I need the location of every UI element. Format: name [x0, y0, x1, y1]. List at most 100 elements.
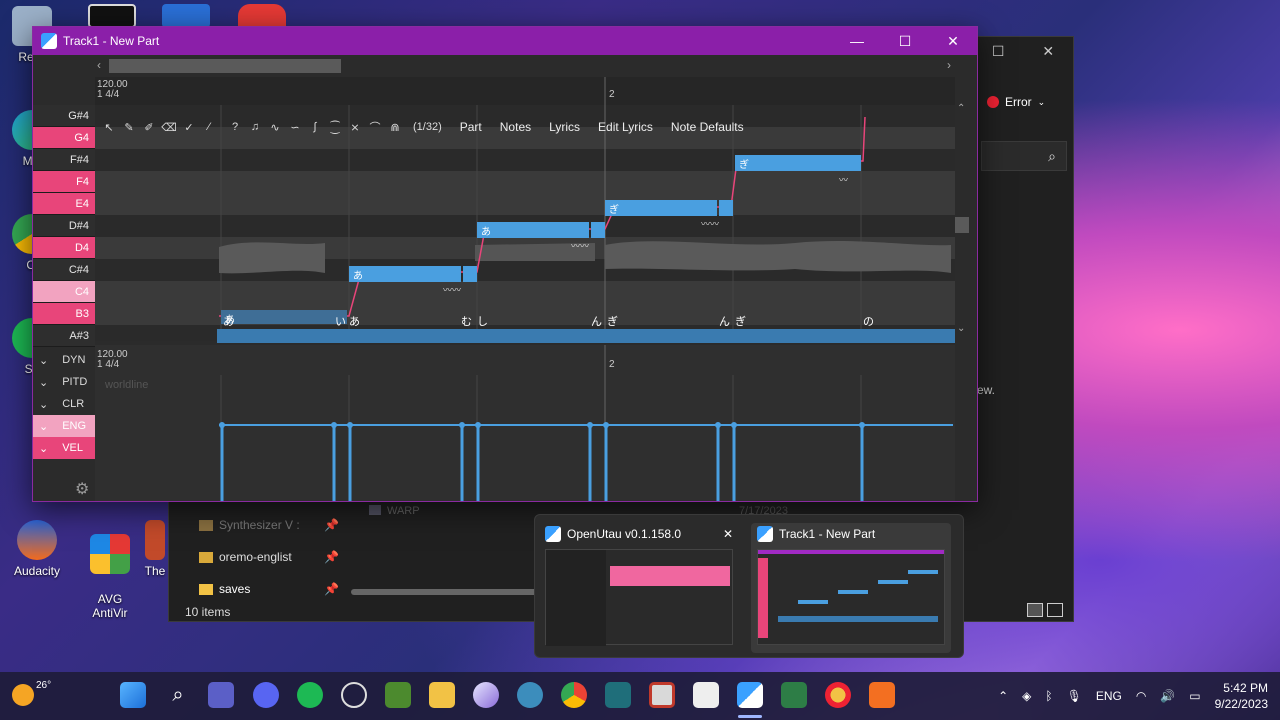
file-explorer-icon[interactable]: [429, 682, 455, 708]
scroll-thumb[interactable]: [955, 217, 969, 233]
menu-part[interactable]: Part: [460, 120, 482, 134]
folder-item[interactable]: Synthesizer V : 📌: [199, 509, 339, 541]
thumbnail-openutau[interactable]: OpenUtau v0.1.158.0 ✕: [539, 523, 739, 653]
key-ds4[interactable]: D#4: [33, 215, 95, 237]
close-icon[interactable]: ✕: [723, 527, 733, 541]
bluetooth-icon[interactable]: ᛒ: [1045, 689, 1052, 703]
horizontal-scrollbar[interactable]: ‹ ›: [95, 55, 977, 77]
desktop-icon-audacity[interactable]: Audacity: [5, 520, 69, 578]
scroll-up-icon[interactable]: ⌃: [957, 103, 965, 114]
expression-pitd[interactable]: ⌄ PITD: [33, 371, 95, 393]
app-icon[interactable]: [781, 682, 807, 708]
select-tool-icon[interactable]: ↖: [101, 121, 117, 134]
phoneme-bar[interactable]: [217, 329, 955, 343]
expression-dyn[interactable]: ⌄ DYN: [33, 349, 95, 371]
tiles-view-icon[interactable]: [1047, 603, 1063, 617]
pen-plus-tool-icon[interactable]: ✐: [141, 121, 157, 134]
portamento-icon[interactable]: ∫: [307, 121, 323, 133]
volume-icon[interactable]: 🔊: [1160, 689, 1175, 703]
scroll-right-icon[interactable]: ›: [947, 58, 951, 72]
search-box[interactable]: ⌕: [981, 141, 1067, 171]
key-e4[interactable]: E4: [33, 193, 95, 215]
key-gs4[interactable]: G#4: [33, 105, 95, 127]
app-icon[interactable]: [869, 682, 895, 708]
key-fs4[interactable]: F#4: [33, 149, 95, 171]
snap-icon[interactable]: ⋒: [387, 121, 403, 134]
snap-division[interactable]: (1/32): [413, 121, 442, 133]
note[interactable]: [477, 222, 589, 238]
clock[interactable]: 5:42 PM 9/22/2023: [1215, 680, 1268, 712]
eraser-tool-icon[interactable]: ⌫: [161, 121, 177, 134]
details-view-icon[interactable]: [1027, 603, 1043, 617]
key-f4[interactable]: F4: [33, 171, 95, 193]
key-d4[interactable]: D4: [33, 237, 95, 259]
minimize-button[interactable]: —: [833, 33, 881, 50]
menu-note-defaults[interactable]: Note Defaults: [671, 120, 744, 134]
chevron-up-icon[interactable]: ⌃: [998, 689, 1008, 703]
folder-item[interactable]: saves 📌: [199, 573, 339, 605]
battery-icon[interactable]: ▭: [1189, 689, 1200, 703]
maximize-icon[interactable]: ☐: [992, 43, 1005, 60]
desktop-icon-partial[interactable]: The: [140, 520, 170, 578]
draw-pitch-tool-icon[interactable]: ✓: [181, 121, 197, 134]
desktop-icon-avg[interactable]: AVG AntiVir: [78, 520, 142, 620]
time-signature-marker[interactable]: 1 4/4: [97, 89, 119, 100]
key-b3[interactable]: B3: [33, 303, 95, 325]
vertical-scrollbar[interactable]: ⌃ ⌄: [955, 99, 969, 339]
maximize-button[interactable]: ☐: [881, 33, 929, 50]
app-icon[interactable]: [473, 682, 499, 708]
expression-editor[interactable]: 120.00 1 4/4 2 worldline: [95, 345, 955, 501]
tray-app-icon[interactable]: ◈: [1022, 689, 1031, 703]
split-icon[interactable]: ⨯: [347, 121, 363, 134]
app-icon[interactable]: [825, 682, 851, 708]
key-g4[interactable]: G4: [33, 127, 95, 149]
note-icon[interactable]: ♫: [247, 121, 263, 133]
folder-item[interactable]: oremo-englist 📌: [199, 541, 339, 573]
teams-icon[interactable]: [208, 682, 234, 708]
help-icon[interactable]: ?: [227, 121, 243, 133]
note[interactable]: [463, 266, 477, 282]
note[interactable]: [605, 200, 717, 216]
thumbnail-track1[interactable]: Track1 - New Part: [751, 523, 951, 653]
tie-icon[interactable]: ⁐: [327, 121, 343, 134]
envelope-icon[interactable]: ⌒: [367, 119, 383, 135]
error-dropdown[interactable]: Error ⌄: [987, 95, 1045, 109]
app-icon[interactable]: [605, 682, 631, 708]
velocity-bars[interactable]: [220, 425, 864, 501]
weather-widget[interactable]: 26°: [12, 680, 51, 706]
menu-edit-lyrics[interactable]: Edit Lyrics: [598, 120, 653, 134]
note[interactable]: [591, 222, 605, 238]
expression-clr[interactable]: ⌄ CLR: [33, 393, 95, 415]
note[interactable]: [349, 266, 461, 282]
knife-tool-icon[interactable]: ⁄: [201, 121, 217, 133]
key-cs4[interactable]: C#4: [33, 259, 95, 281]
minecraft-icon[interactable]: [385, 682, 411, 708]
app-icon[interactable]: [517, 682, 543, 708]
language-indicator[interactable]: ENG: [1096, 689, 1122, 703]
openutau-icon[interactable]: [737, 682, 763, 708]
settings-gear-icon[interactable]: ⚙: [75, 479, 89, 499]
vibrato-icon[interactable]: ∿: [267, 121, 283, 134]
expression-vel[interactable]: ⌄ VEL: [33, 437, 95, 459]
title-bar[interactable]: Track1 - New Part — ☐ ✕: [33, 27, 977, 55]
app-icon[interactable]: [88, 4, 136, 28]
music-app-icon[interactable]: [693, 682, 719, 708]
pen-tool-icon[interactable]: ✎: [121, 121, 137, 134]
menu-notes[interactable]: Notes: [500, 120, 531, 134]
menu-lyrics[interactable]: Lyrics: [549, 120, 580, 134]
microphone-icon[interactable]: 🎙: [1067, 689, 1082, 703]
scroll-left-icon[interactable]: ‹: [97, 58, 101, 72]
close-icon[interactable]: ✕: [1042, 43, 1054, 60]
app-icon[interactable]: [162, 4, 210, 28]
pitch-icon[interactable]: ∽: [287, 121, 303, 134]
close-button[interactable]: ✕: [929, 33, 977, 50]
key-c4[interactable]: C4: [33, 281, 95, 303]
wifi-icon[interactable]: ◠: [1136, 689, 1146, 703]
start-button[interactable]: [120, 682, 146, 708]
note[interactable]: [719, 200, 733, 216]
app-icon[interactable]: [238, 4, 286, 28]
spotify-icon[interactable]: [297, 682, 323, 708]
discord-icon[interactable]: [253, 682, 279, 708]
app-icon[interactable]: [649, 682, 675, 708]
key-as3[interactable]: A#3: [33, 325, 95, 347]
